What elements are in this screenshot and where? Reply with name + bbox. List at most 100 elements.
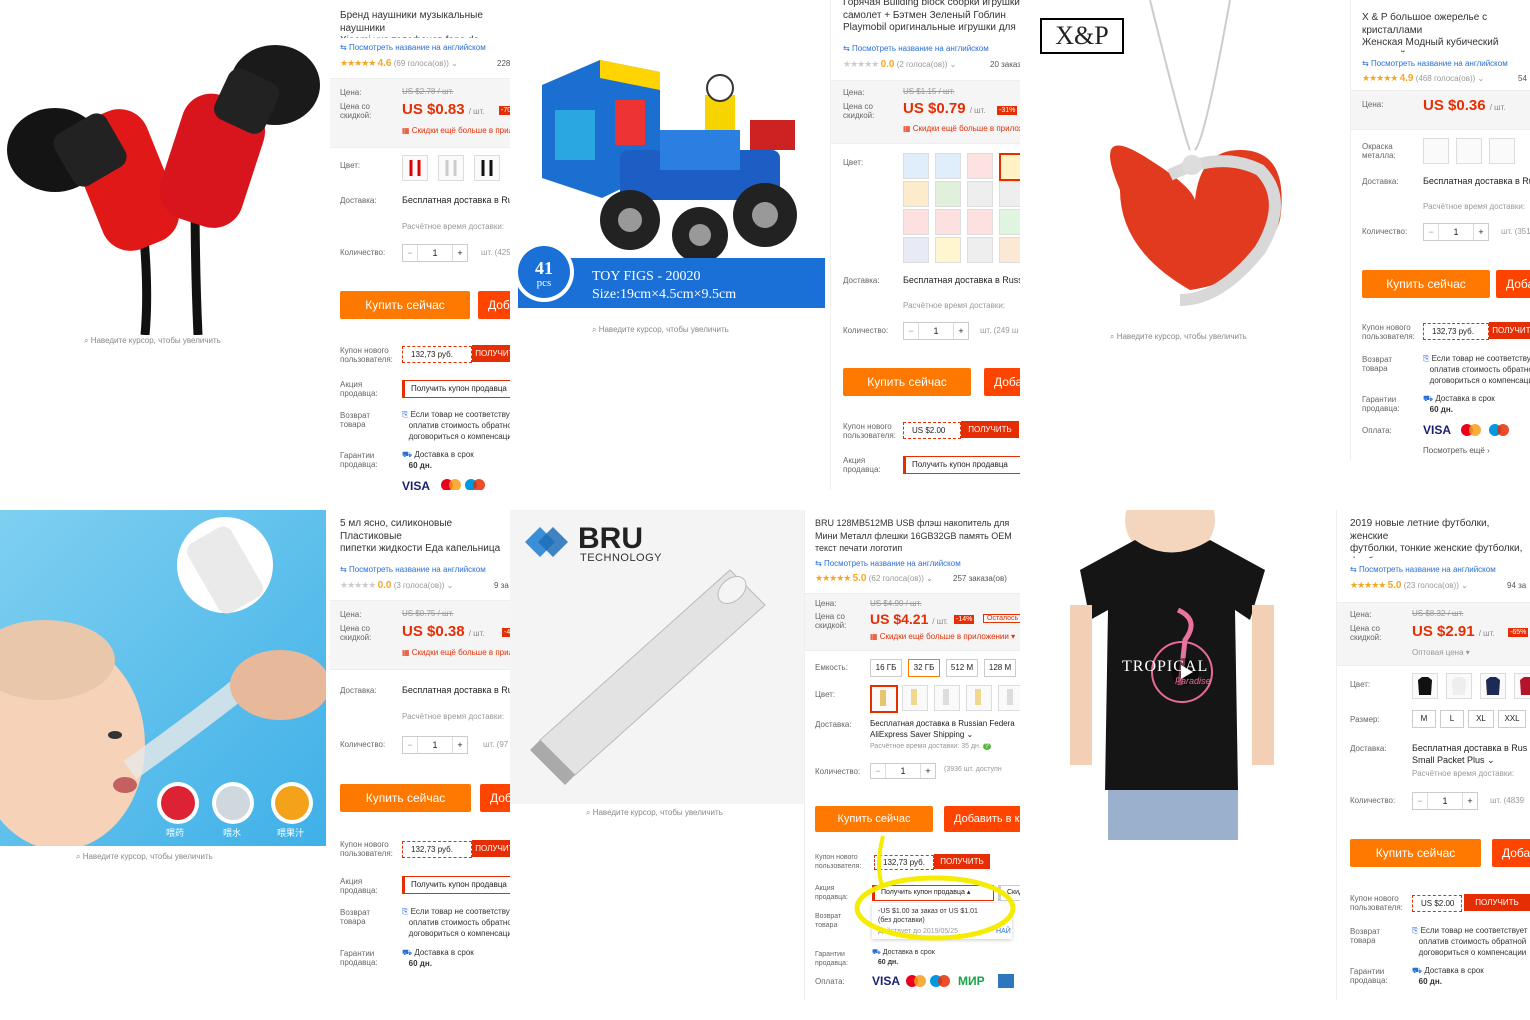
get-coupon-button[interactable]: ПОЛУЧИТЬ xyxy=(472,345,510,362)
increment-button[interactable]: + xyxy=(453,248,467,258)
decrement-button[interactable]: − xyxy=(1413,796,1427,806)
color-swatch[interactable] xyxy=(935,237,961,263)
color-swatch[interactable] xyxy=(967,209,993,235)
increment-button[interactable]: + xyxy=(954,326,968,336)
size-option[interactable]: L xyxy=(1440,710,1464,728)
english-name-link[interactable]: ⇆ Посмотреть название на английском xyxy=(843,44,989,53)
quantity-stepper[interactable]: −1 + xyxy=(1412,792,1478,810)
seller-coupon-dropdown[interactable]: Получить купон продавца xyxy=(903,456,1020,474)
english-name-link[interactable]: ⇆ Посмотреть название на английском xyxy=(1362,59,1508,68)
product-image-usb[interactable]: BRU TECHNOLOGY xyxy=(510,510,804,804)
delivery-method[interactable]: Бесплатная доставка в Rus xyxy=(1412,743,1527,753)
color-swatch[interactable] xyxy=(967,237,993,263)
color-swatch-black[interactable] xyxy=(474,155,500,181)
increment-button[interactable]: + xyxy=(1474,227,1488,237)
size-option[interactable]: M xyxy=(1412,710,1436,728)
add-to-cart-button[interactable]: Добавить в корзину xyxy=(480,784,510,812)
color-swatch-selected[interactable] xyxy=(999,153,1020,181)
increment-button[interactable]: + xyxy=(921,766,935,776)
app-discount-link[interactable]: ▦ Скидки ещё больше в приложении xyxy=(402,126,510,135)
get-coupon-button[interactable]: ПОЛУЧИТЬ xyxy=(961,421,1019,438)
buy-now-button[interactable]: Купить сейчас xyxy=(1362,270,1490,298)
decrement-button[interactable]: − xyxy=(871,766,885,776)
capacity-option[interactable]: 16 ГБ xyxy=(870,659,902,677)
color-swatch[interactable] xyxy=(999,209,1020,235)
capacity-option-selected[interactable]: 32 ГБ xyxy=(908,659,940,677)
product-rating[interactable]: ★★★★★ 5.0 (62 голоса(ов)) ⌄ xyxy=(815,573,933,584)
add-to-cart-button[interactable]: Добавить в корзину xyxy=(984,368,1020,396)
quantity-stepper[interactable]: −1 + xyxy=(903,322,969,340)
app-discount-link[interactable]: ▦ Скидки ещё больше в приложении xyxy=(402,648,510,657)
color-swatch[interactable] xyxy=(903,153,929,179)
buy-now-button[interactable]: Купить сейчас xyxy=(340,291,470,319)
metal-swatch[interactable] xyxy=(1489,138,1515,164)
color-swatch[interactable] xyxy=(903,181,929,207)
color-swatch[interactable] xyxy=(934,685,960,711)
quantity-stepper[interactable]: −1 + xyxy=(1423,223,1489,241)
delivery-method[interactable]: Бесплатная доставка в Russian Federa xyxy=(870,719,1015,728)
size-option[interactable]: XXL xyxy=(1498,710,1526,728)
english-name-link[interactable]: ⇆ Посмотреть название на английском xyxy=(1350,565,1496,574)
color-swatch[interactable] xyxy=(903,209,929,235)
english-name-link[interactable]: ⇆ Посмотреть название на английском xyxy=(340,43,486,52)
color-swatch[interactable] xyxy=(967,153,993,179)
color-swatch[interactable] xyxy=(967,181,993,207)
decrement-button[interactable]: − xyxy=(904,326,918,336)
add-to-cart-button[interactable]: Добавить в корзину xyxy=(1492,839,1530,867)
buy-now-button[interactable]: Купить сейчас xyxy=(843,368,971,396)
shipping-service[interactable]: AliExpress Saver Shipping ⌄ xyxy=(870,730,973,739)
get-coupon-button[interactable]: ПОЛУЧИТЬ xyxy=(472,840,510,857)
app-discount-link[interactable]: ▦ Скидки ещё больше в приложении ▾ xyxy=(870,632,1015,641)
color-swatch[interactable] xyxy=(902,685,928,711)
color-swatch-red[interactable] xyxy=(402,155,428,181)
color-swatch-selected[interactable] xyxy=(870,685,898,713)
quantity-stepper[interactable]: −1 + xyxy=(870,763,936,779)
decrement-button[interactable]: − xyxy=(1424,227,1438,237)
shipping-service[interactable]: Small Packet Plus ⌄ xyxy=(1412,755,1495,766)
product-image-necklace[interactable]: X&P xyxy=(1020,0,1350,330)
color-swatch[interactable] xyxy=(999,237,1020,263)
get-coupon-button[interactable]: ПОЛУЧИТЬ xyxy=(1464,894,1530,911)
size-option[interactable]: XL xyxy=(1468,710,1494,728)
english-name-link[interactable]: ⇆ Посмотреть название на английском xyxy=(340,565,486,574)
decrement-button[interactable]: − xyxy=(403,248,417,258)
wholesale-price-link[interactable]: Оптовая цена ▾ xyxy=(1412,648,1470,657)
color-swatch[interactable] xyxy=(935,181,961,207)
quantity-stepper[interactable]: −1 + xyxy=(402,736,468,754)
quantity-stepper[interactable]: −1 + xyxy=(402,244,468,262)
see-more-link[interactable]: Посмотреть ещё › xyxy=(1423,446,1490,455)
app-discount-link[interactable]: ▦ Скидки ещё больше в приложении xyxy=(903,124,1020,133)
add-to-cart-button[interactable]: Добавить в корзину xyxy=(478,291,510,319)
delivery-method[interactable]: Бесплатная доставка в Russian Federation xyxy=(402,195,510,205)
increment-button[interactable]: + xyxy=(453,740,467,750)
seller-coupon-dropdown[interactable]: Получить купон продавца xyxy=(402,876,510,894)
delivery-method[interactable]: Бесплатная доставка в Russian Federation xyxy=(402,685,510,695)
color-swatch[interactable] xyxy=(966,685,992,711)
increment-button[interactable]: + xyxy=(1463,796,1477,806)
product-rating[interactable]: ★★★★★ 5.0 (23 голоса(ов)) ⌄ xyxy=(1350,580,1468,591)
product-image-earphones[interactable] xyxy=(0,0,330,335)
buy-now-button[interactable]: Купить сейчас xyxy=(340,784,471,812)
capacity-option[interactable]: 128 M xyxy=(984,659,1016,677)
color-swatch[interactable] xyxy=(903,237,929,263)
metal-swatch[interactable] xyxy=(1423,138,1449,164)
delivery-method[interactable]: Бесплатная доставка в Russian Federation xyxy=(903,275,1020,285)
product-rating[interactable]: ★★★★★ 0.0 (2 голоса(ов)) ⌄ xyxy=(843,59,956,70)
color-swatch[interactable] xyxy=(999,181,1020,207)
buy-now-button[interactable]: Купить сейчас xyxy=(1350,839,1481,867)
color-swatch-white[interactable] xyxy=(1446,673,1472,699)
delivery-method[interactable]: Бесплатная доставка в Russian Federation xyxy=(1423,176,1530,186)
get-coupon-button[interactable]: ПОЛУЧИТЬ xyxy=(1489,322,1530,339)
color-swatch-red[interactable] xyxy=(1514,673,1530,699)
seller-coupon-dropdown[interactable]: Получить купон продавца xyxy=(402,380,510,398)
product-rating[interactable]: ★★★★★ 4.6 (69 голоса(ов)) ⌄ xyxy=(340,58,458,69)
product-image-tshirt[interactable]: TROPICAL Paradise xyxy=(1060,510,1285,840)
color-swatch-black[interactable] xyxy=(1412,673,1438,699)
capacity-option[interactable]: 512 M xyxy=(946,659,978,677)
metal-swatch[interactable] xyxy=(1456,138,1482,164)
color-swatch[interactable] xyxy=(998,685,1020,711)
color-swatch[interactable] xyxy=(935,209,961,235)
product-image-toy[interactable]: 41 pcs TOY FIGS - 20020 Size:19cm×4.5cm×… xyxy=(510,0,830,320)
product-rating[interactable]: ★★★★★ 0.0 (3 голоса(ов)) ⌄ xyxy=(340,580,453,591)
color-swatch-white[interactable] xyxy=(438,155,464,181)
